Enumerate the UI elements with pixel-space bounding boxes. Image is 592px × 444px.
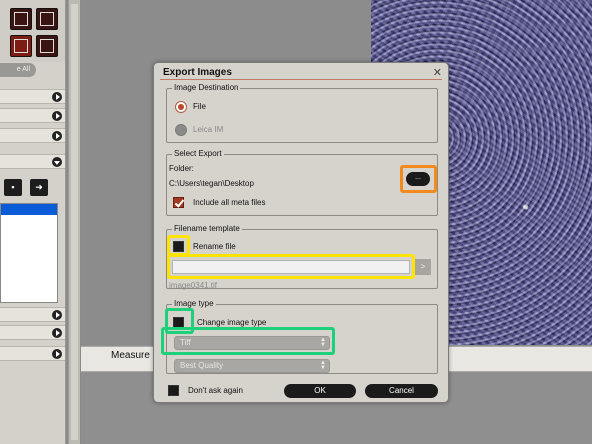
dialog-title: Export Images <box>163 67 232 78</box>
folder-label: Folder: <box>169 164 194 173</box>
panel-strip[interactable] <box>0 154 65 169</box>
group-label: Select Export <box>172 149 224 158</box>
tool-tile[interactable] <box>36 8 58 30</box>
radio-leica-im[interactable] <box>175 124 187 136</box>
grid-icon <box>14 12 28 26</box>
expand-arrow-icon[interactable] <box>52 92 62 102</box>
select-export-group: Select Export Folder: C:\Users\tegan\Des… <box>166 149 438 216</box>
expand-arrow-icon[interactable] <box>52 310 62 320</box>
template-arrow-button[interactable]: > <box>415 259 431 275</box>
dont-ask-label: Don't ask again <box>188 386 243 395</box>
rename-file-label: Rename file <box>193 242 236 251</box>
tab-measure[interactable]: Measure <box>111 350 150 361</box>
highlight-filename-input <box>167 254 415 279</box>
expand-arrow-icon[interactable] <box>52 131 62 141</box>
include-meta-label: Include all meta files <box>193 198 266 207</box>
export-images-dialog: Export Images ✕ Image Destination File L… <box>153 62 449 403</box>
image-list[interactable] <box>0 203 58 303</box>
radio-file-label: File <box>193 102 206 111</box>
title-divider <box>160 79 442 80</box>
panel-strip[interactable] <box>0 108 65 123</box>
filename-example: image0341.tif <box>169 281 218 290</box>
tool-palette <box>0 0 65 62</box>
change-image-type-label: Change image type <box>197 318 267 327</box>
panel-strip[interactable] <box>0 128 65 143</box>
include-meta-checkbox[interactable] <box>173 197 184 208</box>
panel-strip[interactable] <box>0 89 65 104</box>
highlight-browse <box>400 165 437 193</box>
select-all-button[interactable]: e All <box>0 63 36 77</box>
export-icon[interactable]: ➜ <box>30 179 48 196</box>
image-quality-value: Best Quality <box>180 361 224 370</box>
group-label: Image type <box>172 299 216 308</box>
folder-path: C:\Users\tegan\Desktop <box>169 179 254 188</box>
highlight-format-select <box>161 327 335 355</box>
panel-strip[interactable] <box>0 307 65 322</box>
panel-strip[interactable] <box>0 346 65 361</box>
highlight-rename-checkbox <box>167 235 190 256</box>
cancel-button[interactable]: Cancel <box>365 384 438 398</box>
expand-arrow-icon[interactable] <box>52 328 62 338</box>
radio-file[interactable] <box>175 101 187 113</box>
image-quality-select[interactable]: Best Quality ▲ ▼ <box>174 359 330 373</box>
selected-list-item[interactable] <box>1 204 57 215</box>
expand-arrow-icon[interactable] <box>52 111 62 121</box>
sidebar-scrollbar[interactable] <box>68 0 80 444</box>
tool-tile[interactable] <box>10 8 32 30</box>
save-icon[interactable]: ▪ <box>4 179 22 196</box>
expand-arrow-icon[interactable] <box>52 349 62 359</box>
group-label: Image Destination <box>172 83 241 92</box>
tool-tile[interactable] <box>10 35 32 57</box>
left-panel: e All ▪ ➜ <box>0 0 66 444</box>
collapse-arrow-icon[interactable] <box>52 157 62 167</box>
tool-tile[interactable] <box>36 35 58 57</box>
ok-button[interactable]: OK <box>284 384 356 398</box>
image-destination-group: Image Destination File Leica IM <box>166 83 438 143</box>
diamond-icon <box>14 39 28 53</box>
panel-strip[interactable] <box>0 325 65 340</box>
dont-ask-checkbox[interactable] <box>168 385 179 396</box>
radio-leica-im-label: Leica IM <box>193 125 224 134</box>
close-icon[interactable]: ✕ <box>433 66 442 79</box>
cross-icon <box>40 12 54 26</box>
scrollbar-thumb[interactable] <box>71 4 78 440</box>
corner-icon <box>40 39 54 53</box>
list-toolbar: ▪ ➜ <box>0 172 65 202</box>
spinner-arrows-icon: ▲ ▼ <box>320 360 326 371</box>
group-label: Filename template <box>172 224 242 233</box>
